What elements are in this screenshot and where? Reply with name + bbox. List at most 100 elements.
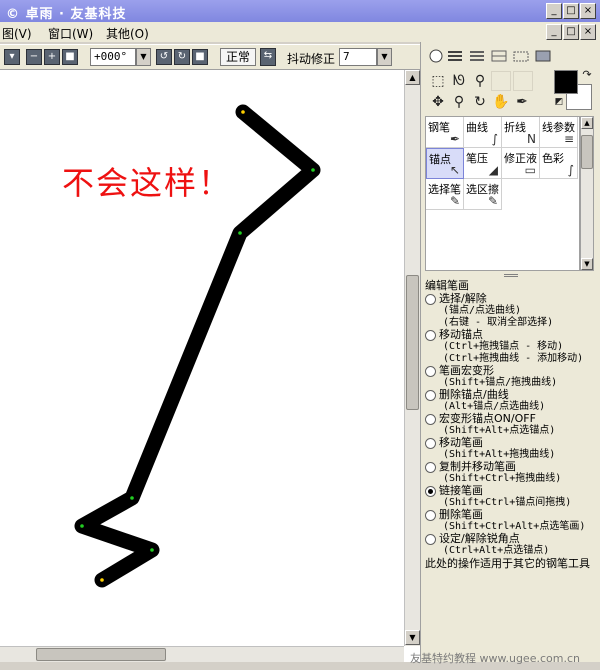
curve-icon: ∫: [491, 132, 498, 146]
radio-button[interactable]: [425, 330, 436, 341]
tool-line-params[interactable]: 线参数 ≡: [540, 117, 578, 148]
pen-icon: ✒: [449, 132, 460, 146]
option-item[interactable]: 删除笔画: [425, 509, 597, 521]
menu-window[interactable]: 窗口(W): [48, 25, 93, 42]
scratchpad-tab-icon: [535, 50, 551, 62]
option-item[interactable]: 选择/解除: [425, 293, 597, 305]
close-button[interactable]: ×: [580, 3, 596, 19]
anchor-point: [238, 231, 242, 235]
zoom-in-button[interactable]: +: [44, 49, 60, 65]
option-item[interactable]: 笔画宏变形: [425, 365, 597, 377]
color-palette-tab-icon: [491, 50, 507, 62]
grid-scroll-thumb[interactable]: [581, 135, 593, 169]
tool-slot: [513, 71, 533, 91]
tool-polyline[interactable]: 折线 N: [502, 117, 540, 148]
foreground-color-swatch[interactable]: [554, 70, 578, 94]
maximize-button[interactable]: □: [563, 3, 579, 19]
toolbar-dropdown-icon[interactable]: ▾: [4, 49, 20, 65]
zoom-icon[interactable]: ⚲: [450, 93, 468, 111]
rotation-field[interactable]: +000°: [90, 48, 136, 66]
option-label: 笔画宏变形: [439, 364, 494, 377]
grid-scroll-down-icon[interactable]: ▼: [581, 258, 593, 270]
hsv-slider-tab-icon: [470, 51, 484, 61]
hand-icon[interactable]: ✋: [492, 93, 510, 111]
radio-button[interactable]: [425, 462, 436, 473]
drawing-canvas[interactable]: 不会这样！: [0, 70, 420, 662]
scroll-down-icon[interactable]: ▼: [405, 630, 420, 645]
radio-button[interactable]: [425, 390, 436, 401]
canvas-vertical-scrollbar[interactable]: ▲ ▼: [404, 70, 420, 646]
mdi-close-button[interactable]: ×: [580, 24, 596, 40]
menu-view[interactable]: 图(V): [2, 25, 32, 42]
move-icon[interactable]: ✥: [429, 93, 447, 111]
mdi-restore-button[interactable]: □: [563, 24, 579, 40]
tool-select-eraser[interactable]: 选区擦 ✎: [464, 179, 502, 210]
magic-wand-icon[interactable]: ⚲: [471, 72, 489, 90]
option-shortcut: (锚点/点选曲线): [443, 305, 522, 316]
option-item[interactable]: 宏变形锚点ON/OFF: [425, 413, 597, 425]
radio-button[interactable]: [425, 438, 436, 449]
rotate-view-icon[interactable]: ↻: [471, 93, 489, 111]
horizontal-scroll-thumb[interactable]: [36, 648, 166, 661]
option-label: 选择/解除: [439, 292, 487, 305]
options-header: 编辑笔画: [425, 279, 469, 292]
option-shortcut: (Ctrl+Alt+点选锚点): [443, 545, 550, 556]
radio-button[interactable]: [425, 294, 436, 305]
tool-anchor[interactable]: 锚点 ↖: [426, 148, 464, 179]
option-item[interactable]: 设定/解除锐角点: [425, 533, 597, 545]
option-label: 删除锚点/曲线: [439, 388, 509, 401]
option-item[interactable]: 链接笔画: [425, 485, 597, 497]
line-params-icon: ≡: [563, 132, 574, 146]
option-label: 移动锚点: [439, 328, 483, 341]
radio-button[interactable]: [425, 486, 436, 497]
eyedropper-icon[interactable]: ✒: [513, 93, 531, 111]
option-item[interactable]: 移动笔画: [425, 437, 597, 449]
color-circle-tab-icon: [429, 49, 443, 63]
option-label: 复制并移动笔画: [439, 460, 516, 473]
tool-pressure[interactable]: 笔压 ◢: [464, 148, 502, 179]
scroll-up-icon[interactable]: ▲: [405, 70, 420, 85]
rect-select-icon[interactable]: ⬚: [429, 72, 447, 90]
lasso-icon[interactable]: ᘚ: [450, 72, 468, 90]
stroke-drawing: [74, 104, 321, 588]
option-item[interactable]: 删除锚点/曲线: [425, 389, 597, 401]
zoom-reset-button[interactable]: ■: [62, 49, 78, 65]
radio-button[interactable]: [425, 534, 436, 545]
vertical-scroll-thumb[interactable]: [406, 275, 419, 410]
eraser-icon: ▭: [524, 163, 536, 177]
mdi-minimize-button[interactable]: _: [546, 24, 562, 40]
blend-mode-button[interactable]: 正常: [220, 48, 256, 66]
rotate-reset-icon[interactable]: ■: [192, 49, 208, 65]
flip-icon[interactable]: ⇆: [260, 48, 276, 66]
tool-grid-scrollbar[interactable]: ▲ ▼: [580, 116, 594, 271]
rotate-left-icon[interactable]: ↺: [156, 49, 172, 65]
option-item[interactable]: 移动锚点: [425, 329, 597, 341]
zoom-out-button[interactable]: −: [26, 49, 42, 65]
rotation-dropdown-icon[interactable]: ▼: [136, 48, 151, 66]
tool-pen[interactable]: 钢笔 ✒: [426, 117, 464, 148]
anchor-point: [100, 578, 104, 582]
grid-scroll-up-icon[interactable]: ▲: [581, 117, 593, 129]
rotate-right-icon[interactable]: ↻: [174, 49, 190, 65]
tool-curve[interactable]: 曲线 ∫: [464, 117, 502, 148]
radio-button[interactable]: [425, 366, 436, 377]
option-shortcut: (Ctrl+拖拽锚点 - 移动): [443, 341, 564, 352]
radio-button[interactable]: [425, 414, 436, 425]
tool-select-pen[interactable]: 选择笔 ✎: [426, 179, 464, 210]
reset-colors-icon[interactable]: ◩: [553, 96, 565, 108]
tool-correction[interactable]: 修正液 ▭: [502, 148, 540, 179]
stabilizer-dropdown-icon[interactable]: ▼: [377, 48, 392, 66]
radio-button[interactable]: [425, 510, 436, 521]
canvas-horizontal-scrollbar[interactable]: [0, 646, 404, 662]
pressure-icon: ◢: [488, 163, 498, 177]
stabilizer-select[interactable]: 7: [339, 48, 377, 66]
panel-splitter[interactable]: [504, 274, 518, 277]
option-item[interactable]: 复制并移动笔画: [425, 461, 597, 473]
menu-other[interactable]: 其他(O): [106, 25, 149, 42]
stabilizer-label: 抖动修正: [287, 52, 336, 66]
swap-colors-icon[interactable]: ↷: [580, 68, 594, 82]
anchor-point: [241, 110, 245, 114]
cursor-icon: ↖: [449, 163, 460, 177]
minimize-button[interactable]: _: [546, 3, 562, 19]
tool-color[interactable]: 色彩 ∫: [540, 148, 578, 179]
